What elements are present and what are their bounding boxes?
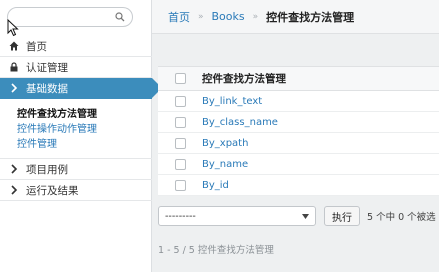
row-checkbox[interactable] (174, 158, 186, 170)
row-link[interactable]: By_name (202, 159, 248, 170)
chevron-right-icon (8, 184, 20, 196)
sidebar-item-label: 项目用例 (26, 163, 68, 176)
breadcrumb-current: 控件查找方法管理 (266, 10, 355, 24)
subnav-item-controls[interactable]: 控件管理 (17, 137, 152, 152)
breadcrumb: 首页 » Books » 控件查找方法管理 (152, 0, 439, 34)
row-link[interactable]: By_link_text (202, 96, 262, 107)
row-checkbox[interactable] (174, 116, 186, 128)
row-checkbox[interactable] (174, 95, 186, 107)
row-link[interactable]: By_id (202, 180, 229, 191)
row-link[interactable]: By_xpath (202, 138, 248, 149)
table-row: By_xpath (158, 133, 439, 154)
row-checkbox[interactable] (174, 179, 186, 191)
breadcrumb-separator: » (198, 11, 204, 22)
subnav-item-actions[interactable]: 控件操作动作管理 (17, 122, 152, 137)
run-button[interactable]: 执行 (324, 206, 360, 226)
app-root: 首页 认证管理 基础数据 控件查找方法管理 控件操作动作管理 控件管理 项目用例… (0, 0, 439, 272)
subnav-item-locator-methods[interactable]: 控件查找方法管理 (17, 107, 152, 122)
table-row: By_name (158, 154, 439, 175)
breadcrumb-home-link[interactable]: 首页 (168, 9, 190, 25)
table-row: By_link_text (158, 91, 439, 112)
mouse-cursor-icon (7, 18, 19, 37)
main-content: 首页 » Books » 控件查找方法管理 控件查找方法管理 By_link_t… (152, 0, 439, 272)
chevron-right-icon (8, 163, 20, 175)
results-table: 控件查找方法管理 By_link_text By_class_name By_x… (158, 66, 439, 196)
sidebar-item-label: 首页 (26, 40, 47, 53)
selection-counter: 5 个中 0 个被选 (367, 212, 436, 223)
chevron-right-icon (8, 82, 20, 94)
breadcrumb-separator: » (252, 11, 259, 22)
row-checkbox[interactable] (174, 137, 186, 149)
home-icon (8, 40, 20, 52)
table-header: 控件查找方法管理 (158, 67, 439, 91)
sidebar-item-label: 运行及结果 (26, 184, 79, 197)
breadcrumb-section-link[interactable]: Books (212, 10, 245, 23)
lock-icon (8, 61, 20, 73)
paginator: 1 - 5 / 5 控件查找方法管理 (158, 245, 274, 256)
table-row: By_class_name (158, 112, 439, 133)
sidebar-item-label: 基础数据 (26, 82, 68, 95)
table-row: By_id (158, 175, 439, 196)
row-link[interactable]: By_class_name (202, 117, 278, 128)
sidebar-subnav: 控件查找方法管理 控件操作动作管理 控件管理 (0, 99, 152, 159)
select-all-checkbox[interactable] (174, 73, 186, 84)
sidebar-item-basic-data[interactable]: 基础数据 (0, 78, 162, 99)
sidebar-nav: 首页 认证管理 基础数据 控件查找方法管理 控件操作动作管理 控件管理 项目用例… (0, 36, 162, 201)
sidebar-item-home[interactable]: 首页 (0, 36, 152, 57)
sidebar: 首页 认证管理 基础数据 控件查找方法管理 控件操作动作管理 控件管理 项目用例… (0, 0, 162, 272)
search-box (7, 7, 133, 27)
search-icon[interactable] (113, 10, 127, 24)
sidebar-item-projects[interactable]: 项目用例 (0, 159, 152, 180)
bulk-actions: --------- 执行 5 个中 0 个被选 (158, 205, 439, 227)
sidebar-item-results[interactable]: 运行及结果 (0, 180, 152, 201)
dropdown-arrow-icon (302, 211, 309, 222)
action-select-value: --------- (165, 210, 196, 222)
column-header[interactable]: 控件查找方法管理 (202, 71, 286, 86)
action-select[interactable]: --------- (158, 206, 316, 226)
sidebar-item-auth[interactable]: 认证管理 (0, 57, 152, 78)
sidebar-item-label: 认证管理 (26, 61, 68, 74)
